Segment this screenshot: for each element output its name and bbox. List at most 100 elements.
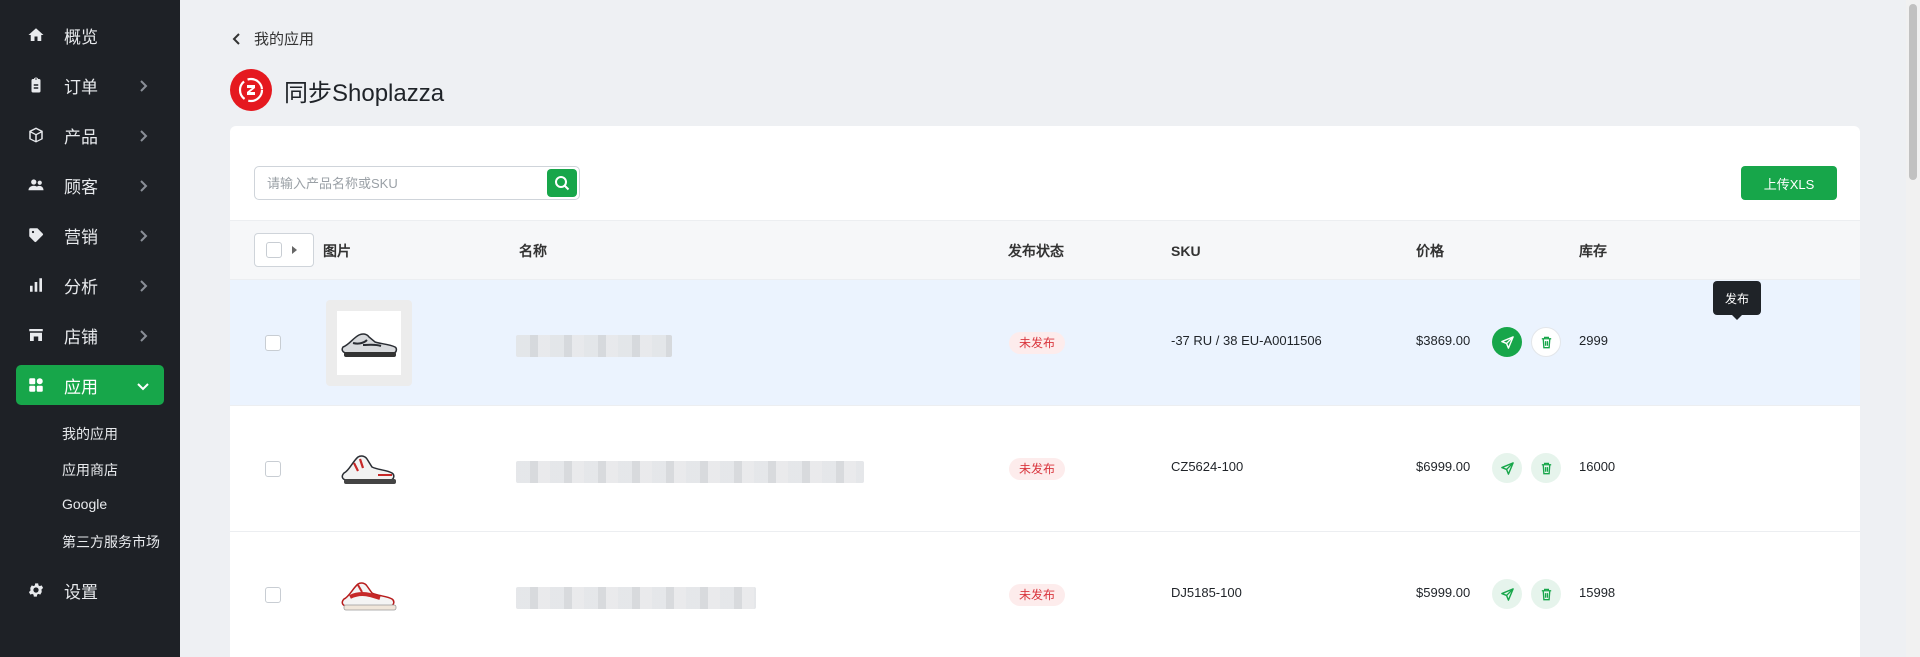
price-cell: $5999.00 [1416,585,1471,600]
sidebar-item-label: 营销 [64,227,98,247]
sidebar-item-analytics[interactable]: 分析 [16,265,164,305]
column-header-sku: SKU [1171,243,1201,259]
scrollbar-thumb[interactable] [1909,4,1917,180]
send-icon [1500,461,1514,475]
column-header-name: 名称 [519,243,547,259]
sidebar-item-products[interactable]: 产品 [16,115,164,155]
stock-cell: 16000 [1579,459,1616,474]
chevron-right-icon [136,78,150,92]
product-image [326,426,412,512]
product-name-redacted [516,461,864,483]
bar-chart-icon [26,275,46,295]
sidebar: 概览 订单 产品 顾客 营销 分析 店铺 应用 我的应用 应用商店 Google… [0,0,180,657]
bulk-select-dropdown[interactable] [254,233,314,267]
sidebar-item-label: 顾客 [64,177,98,197]
sidebar-subitem-app-store[interactable]: 应用商店 [62,460,118,480]
sidebar-item-marketing[interactable]: 营销 [16,215,164,255]
app-logo [230,69,272,111]
back-link[interactable]: 我的应用 [230,28,314,49]
chevron-right-icon [136,228,150,242]
sidebar-item-apps[interactable]: 应用 [16,365,164,405]
sku-cell: CZ5624-100 [1171,459,1244,474]
store-icon [26,325,46,345]
publish-button[interactable] [1492,579,1522,609]
chevron-right-icon [136,328,150,342]
chevron-down-icon [136,378,150,392]
tag-icon [26,225,46,245]
sidebar-subitem-google[interactable]: Google [62,496,107,512]
page-title: 同步Shoplazza [284,79,445,107]
sidebar-item-store[interactable]: 店铺 [16,315,164,355]
sku-cell: DJ5185-100 [1171,585,1242,600]
table-row[interactable]: 未发布 -37 RU / 38 EU-A0011506 $3869.00 299… [230,280,1860,406]
trash-icon [1541,588,1551,600]
back-label: 我的应用 [254,31,315,48]
table-row[interactable]: 未发布 CZ5624-100 $6999.00 16000 [230,406,1860,532]
sneaker-image [341,455,396,484]
search-button[interactable] [547,169,577,197]
publish-button[interactable] [1492,453,1522,483]
sidebar-item-customers[interactable]: 顾客 [16,165,164,205]
box-icon [26,125,46,145]
send-icon [1500,587,1514,601]
sync-icon [238,77,264,103]
sidebar-item-label: 应用 [64,377,98,397]
publish-button[interactable] [1492,327,1522,357]
gear-icon [26,580,46,600]
sidebar-item-overview[interactable]: 概览 [16,15,164,55]
stock-cell: 2999 [1579,333,1608,348]
search-box [254,166,580,200]
sidebar-item-label: 产品 [64,127,98,147]
sidebar-item-orders[interactable]: 订单 [16,65,164,105]
trash-icon [1541,336,1551,348]
trash-icon [1541,462,1551,474]
price-cell: $6999.00 [1416,459,1471,474]
column-header-image: 图片 [323,243,351,259]
select-all-checkbox[interactable] [266,242,282,258]
page-header: 同步Shoplazza [230,69,444,111]
status-badge: 未发布 [1009,332,1066,354]
search-icon [555,176,570,191]
sneaker-image [341,582,397,611]
publish-tooltip: 发布 [1713,281,1761,320]
column-header-status: 发布状态 [1008,243,1064,259]
product-image [326,552,412,638]
sidebar-subitem-third-party-market[interactable]: 第三方服务市场 [62,532,160,552]
sidebar-item-label: 概览 [64,27,98,47]
users-icon [26,175,46,195]
delete-button[interactable] [1531,327,1561,357]
sidebar-item-label: 设置 [64,582,98,602]
table-header: 图片 名称 发布状态 SKU 价格 库存 [230,220,1860,280]
table-row[interactable]: 未发布 DJ5185-100 $5999.00 15998 [230,532,1860,657]
products-card: 上传XLS 图片 名称 发布状态 SKU 价格 库存 未发布 -37 RU / … [230,126,1860,657]
caret-right-icon [292,246,297,254]
sneaker-image [341,333,398,357]
product-image [326,300,412,386]
sidebar-item-label: 店铺 [64,327,98,347]
page-scrollbar[interactable] [1906,0,1920,657]
sidebar-item-settings[interactable]: 设置 [16,570,164,610]
search-input[interactable] [255,168,547,198]
status-badge: 未发布 [1009,458,1066,480]
row-checkbox[interactable] [265,335,281,351]
row-checkbox[interactable] [265,587,281,603]
sidebar-subitem-my-apps[interactable]: 我的应用 [62,424,118,444]
send-icon [1500,335,1514,349]
delete-button[interactable] [1531,579,1561,609]
product-name-redacted [516,335,672,357]
status-badge: 未发布 [1009,584,1066,606]
column-header-price: 价格 [1416,243,1444,259]
price-cell: $3869.00 [1416,333,1471,348]
upload-xls-button[interactable]: 上传XLS [1741,166,1837,200]
stock-cell: 15998 [1579,585,1616,600]
home-icon [26,25,46,45]
clipboard-icon [26,75,46,95]
chevron-right-icon [136,278,150,292]
sidebar-item-label: 订单 [64,77,98,97]
grid-icon [26,375,46,395]
row-checkbox[interactable] [265,461,281,477]
delete-button[interactable] [1531,453,1561,483]
sku-cell: -37 RU / 38 EU-A0011506 [1171,333,1322,348]
chevron-right-icon [136,128,150,142]
product-name-redacted [516,587,756,609]
